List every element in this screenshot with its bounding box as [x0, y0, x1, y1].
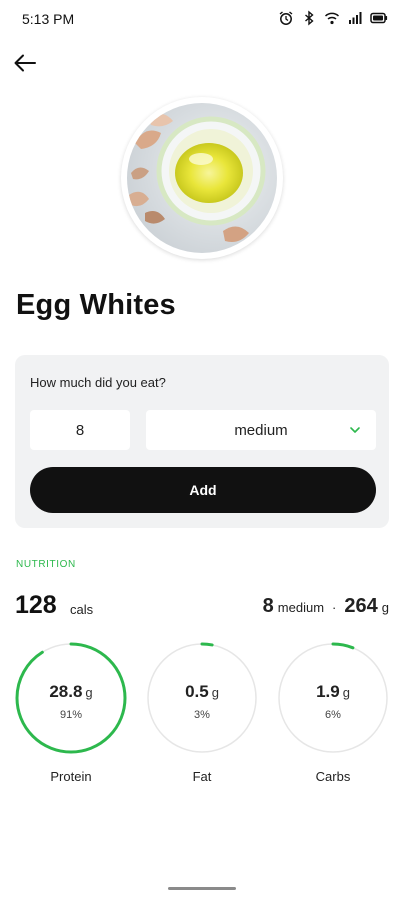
carbs-amount: 1.9 — [316, 682, 340, 701]
protein-percent: 91% — [59, 709, 83, 721]
home-indicator — [168, 887, 236, 890]
unit-select-value: medium — [234, 422, 288, 439]
chevron-down-icon — [350, 427, 360, 433]
status-icons — [278, 10, 388, 26]
macro-carbs: 1.9 g 6% Carbs — [277, 642, 389, 792]
carbs-percent: 6% — [325, 709, 341, 721]
serving-separator: · — [332, 600, 337, 615]
carbs-label: Carbs — [315, 769, 351, 784]
macro-amount: 28.8 g — [15, 682, 127, 702]
food-photo-frame — [121, 97, 283, 259]
battery-icon — [370, 12, 388, 24]
wifi-icon — [324, 12, 340, 25]
fat-unit: g — [211, 685, 219, 700]
portion-card: How much did you eat? medium Add — [15, 355, 389, 528]
fat-label: Fat — [192, 769, 212, 784]
back-button[interactable] — [10, 50, 40, 76]
quantity-input[interactable] — [30, 410, 130, 450]
protein-label: Protein — [50, 769, 92, 784]
signal-icon — [349, 12, 362, 24]
calories-unit: cals — [70, 602, 94, 617]
carbs-unit: g — [342, 685, 350, 700]
add-button[interactable]: Add — [30, 467, 376, 513]
fat-amount: 0.5 — [185, 682, 209, 701]
macro-fat: 0.5 g 3% Fat — [146, 642, 258, 792]
macro-amount: 0.5 g — [146, 682, 258, 702]
serving-unit: medium — [277, 600, 325, 615]
nutrition-section-label: NUTRITION — [16, 559, 76, 570]
status-bar: 5:13 PM — [0, 0, 404, 40]
serving-quantity: 8 — [262, 595, 274, 617]
portion-question: How much did you eat? — [30, 375, 166, 390]
serving-weight: 264 — [344, 595, 378, 617]
status-time: 5:13 PM — [22, 11, 75, 27]
protein-unit: g — [85, 685, 93, 700]
alarm-icon — [279, 11, 293, 25]
food-title: Egg Whites — [16, 289, 176, 321]
bluetooth-icon — [305, 10, 314, 26]
macro-protein: 28.8 g 91% Protein — [15, 642, 127, 792]
serving-weight-unit: g — [381, 600, 389, 615]
macro-amount: 1.9 g — [277, 682, 389, 702]
unit-select[interactable]: medium — [146, 410, 376, 450]
protein-amount: 28.8 — [49, 682, 83, 701]
fat-percent: 3% — [194, 709, 210, 721]
calories-value: 128 — [15, 591, 57, 619]
serving-summary: 8 medium · 264 g — [263, 595, 389, 618]
arrow-left-icon — [14, 54, 36, 72]
food-photo — [127, 103, 277, 253]
